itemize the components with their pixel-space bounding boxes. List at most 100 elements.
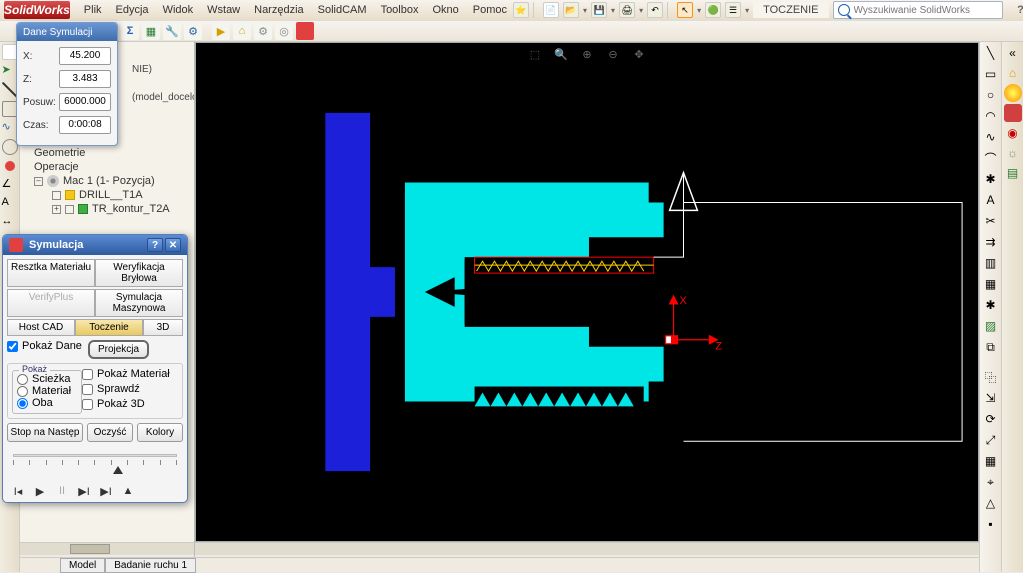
stock-icon[interactable]: ▦ [142,22,160,40]
arc-tool-icon[interactable]: ◠ [982,107,1000,125]
machine-icon[interactable]: ⚙ [184,22,202,40]
stop-on-next-button[interactable]: Stop na Następ [7,423,83,442]
sigma-icon[interactable]: Σ [121,22,139,40]
point-tool-icon[interactable]: ✱ [982,170,1000,188]
decal-icon[interactable] [1004,104,1022,122]
tab-host-cad[interactable]: Host CAD [7,319,75,336]
tree-row-operacje[interactable]: Operacje [24,160,190,174]
zoom-fit-icon[interactable]: ⬚ [527,46,543,62]
graphics-viewport[interactable]: X Z [195,42,979,542]
simulation-panel-header[interactable]: Symulacja ? ✕ [3,235,187,255]
tree-row-kontur[interactable]: + TR_kontur_T2A [24,202,190,216]
chk-show-material[interactable]: Pokaż Materiał [82,368,178,380]
save-icon[interactable]: 💾 [591,2,607,18]
tab-solid-verify[interactable]: Weryfikacja Bryłowa [95,259,183,287]
home-icon[interactable]: ⌂ [1004,64,1022,82]
help-button[interactable]: ? [1013,3,1023,17]
camera-icon[interactable]: ◉ [1004,124,1022,142]
rebuild-icon[interactable]: 🟢 [705,2,721,18]
undo-icon[interactable]: ↶ [647,2,663,18]
circle-tool-icon[interactable]: ○ [982,86,1000,104]
slider-thumb-icon[interactable] [113,466,123,474]
simulation-data-panel[interactable]: Dane Symulacji X:45.200 Z:3.483 Posuw:60… [16,22,118,146]
appearance-icon[interactable] [1004,84,1022,102]
eject-button[interactable]: ▲ [121,484,135,498]
checkbox-icon[interactable] [52,191,61,200]
dim-icon[interactable]: ⧉ [982,338,1000,356]
text-tool-icon[interactable]: A [982,191,1000,209]
grid-icon[interactable]: ▦ [982,452,1000,470]
menu-view[interactable]: Widok [157,2,200,18]
projection-button[interactable]: Projekcja [88,340,149,359]
tree-row-geometrie[interactable]: Geometrie [24,146,190,160]
radio-path[interactable]: Ścieżka [17,373,77,385]
global-tab-study[interactable]: Badanie ruchu 1 [105,558,196,573]
menu-tools[interactable]: Narzędzia [248,2,310,18]
line-tool-icon[interactable]: ╲ [982,44,1000,62]
skip-end-button[interactable]: ▶І [99,484,113,498]
copy-icon[interactable]: ⿻ [982,368,1000,386]
trim-tool-icon[interactable]: ✂ [982,212,1000,230]
options-icon[interactable]: ☰ [725,2,741,18]
chk-show-3d[interactable]: Pokaż 3D [82,398,178,410]
panel-close-button[interactable]: ✕ [165,238,181,252]
scale-icon[interactable]: ⤢ [982,431,1000,449]
angle-icon[interactable]: ∠ [2,177,18,193]
menu-file[interactable]: Plik [78,2,108,18]
step-button[interactable]: ▶І [77,484,91,498]
print-icon[interactable]: 🖨 [619,2,635,18]
chk-verify[interactable]: Sprawdź [82,383,178,395]
sim-play-icon[interactable]: ▶ [212,22,230,40]
tab-rest-material[interactable]: Resztka Materiału [7,259,95,287]
speed-slider[interactable] [7,448,183,480]
select-icon[interactable]: ↖ [677,2,693,18]
mirror-icon[interactable]: ▥ [982,254,1000,272]
clear-button[interactable]: Oczyść [87,423,133,442]
viewport-scrollbar[interactable] [195,543,979,555]
tab-machine-sim[interactable]: Symulacja Maszynowa [95,289,183,317]
menu-solidcam[interactable]: SolidCAM [312,2,373,18]
search-box[interactable] [833,1,1003,19]
global-tab-model[interactable]: Model [60,558,105,573]
skip-start-button[interactable]: І◂ [11,484,25,498]
zoom-out-icon[interactable]: ⊖ [605,46,621,62]
tab-turning[interactable]: Toczenie [75,319,143,336]
menu-help[interactable]: Pomoc [467,2,513,18]
library-icon[interactable]: ▤ [1004,164,1022,182]
constraint-icon[interactable]: △ [982,494,1000,512]
radio-material[interactable]: Materiał [17,385,77,397]
pan-icon[interactable]: ✥ [631,46,647,62]
radio-both[interactable]: Oba [17,397,77,409]
tree-row-drill[interactable]: DRILL__T1A [24,188,190,202]
help-icon[interactable]: ⭐ [513,2,529,18]
tool-icon[interactable]: 🔧 [163,22,181,40]
snap-icon[interactable]: ⌖ [982,473,1000,491]
tab-3d[interactable]: 3D [143,319,183,336]
misc-icon[interactable]: ▪ [982,515,1000,533]
text-icon[interactable]: A [2,196,18,212]
search-input[interactable] [854,5,998,16]
pattern-icon[interactable]: ▦ [982,275,1000,293]
menu-toolbox[interactable]: Toolbox [375,2,425,18]
zoom-in-icon[interactable]: ⊕ [579,46,595,62]
zoom-icon[interactable]: 🔍 [553,46,569,62]
simulation-data-title[interactable]: Dane Symulacji [17,23,117,41]
expand-right-icon[interactable]: « [1004,44,1022,62]
fillet-tool-icon[interactable]: ⌒ [982,149,1000,167]
home-toolbar-icon[interactable]: ⌂ [233,22,251,40]
stop-toolbar-icon[interactable] [296,22,314,40]
move-icon[interactable]: ⇲ [982,389,1000,407]
panel-help-button[interactable]: ? [147,238,163,252]
menu-edit[interactable]: Edycja [110,2,155,18]
tree-row-mac[interactable]: – Mac 1 (1- Pozycja) [24,174,190,188]
red-dot-icon[interactable] [5,161,15,171]
expand-plus-icon[interactable]: + [52,205,61,214]
light-icon[interactable]: ☼ [1004,144,1022,162]
offset-icon[interactable]: ⇉ [982,233,1000,251]
open-icon[interactable]: 📂 [563,2,579,18]
gear-toolbar-icon[interactable]: ⚙ [254,22,272,40]
show-data-checkbox[interactable]: Pokaż Dane [7,340,82,352]
rotate-icon[interactable]: ⟳ [982,410,1000,428]
checkbox-icon[interactable] [65,205,74,214]
menu-insert[interactable]: Wstaw [201,2,246,18]
